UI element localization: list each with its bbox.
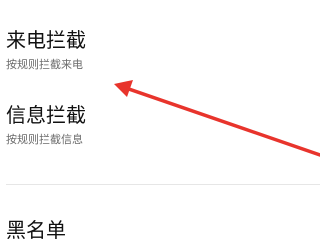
settings-screen: 来电拦截 按规则拦截来电 信息拦截 按规则拦截信息 黑名单	[0, 0, 320, 240]
setting-item-message-blocking[interactable]: 信息拦截 按规则拦截信息	[0, 103, 320, 173]
setting-item-blacklist[interactable]: 黑名单	[0, 218, 320, 240]
setting-title: 来电拦截	[6, 28, 86, 52]
setting-title: 信息拦截	[6, 103, 86, 127]
setting-description: 按规则拦截信息	[6, 133, 83, 146]
setting-item-call-blocking[interactable]: 来电拦截 按规则拦截来电	[0, 28, 320, 98]
setting-description: 按规则拦截来电	[6, 58, 83, 71]
section-divider	[6, 184, 320, 185]
setting-title: 黑名单	[6, 218, 66, 240]
